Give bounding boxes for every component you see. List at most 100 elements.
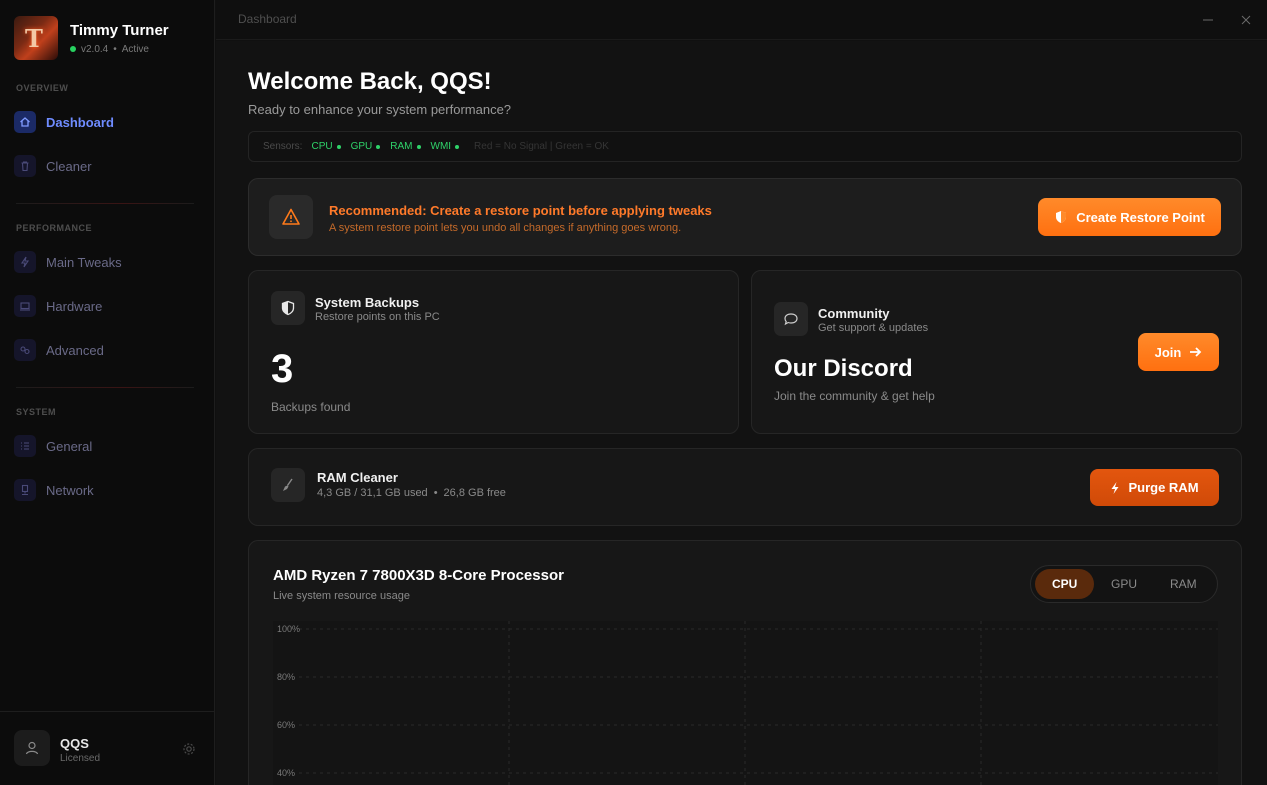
app-status-label: Active: [121, 43, 149, 55]
resource-usage-subtitle: Live system resource usage: [273, 590, 410, 602]
resource-tab-switch: CPU GPU RAM: [1030, 565, 1218, 603]
user-panel: QQS Licensed: [0, 711, 215, 785]
lightning-icon: [1111, 481, 1119, 494]
user-license-status: Licensed: [60, 753, 101, 764]
ram-cleaner-card: RAM Cleaner 4,3 GB / 31,1 GB used • 26,8 G…: [248, 448, 1242, 526]
app-header: T Timmy Turner v2.0.4 • Active: [14, 16, 169, 60]
discord-heading: Our Discord: [774, 355, 913, 382]
page-subtitle: Ready to enhance your system performance…: [248, 102, 512, 117]
backup-count-caption: Backups found: [271, 400, 351, 414]
sensor-status-bar: Sensors: CPU GPU RAM WMI Red = No Signal…: [248, 131, 1242, 162]
status-dot-icon: [376, 144, 381, 149]
sidebar-item-label: Cleaner: [46, 158, 92, 174]
y-tick-label: 100%: [277, 624, 300, 634]
sidebar: T Timmy Turner v2.0.4 • Active OVERVIEW …: [0, 0, 215, 785]
monitor-icon: [14, 295, 36, 317]
sidebar-divider: [16, 387, 194, 388]
sidebar-item-network[interactable]: Network: [14, 477, 202, 503]
button-label: Create Restore Point: [1076, 209, 1205, 225]
chat-bubble-icon: [774, 302, 808, 336]
home-icon: [14, 111, 36, 133]
sidebar-item-label: Hardware: [46, 298, 103, 314]
close-icon: [1241, 15, 1251, 25]
community-card: Community Get support & updates Our Disc…: [751, 270, 1242, 434]
sensors-label: Sensors:: [263, 141, 303, 152]
sidebar-item-label: Main Tweaks: [46, 254, 122, 270]
resource-usage-card: AMD Ryzen 7 7800X3D 8-Core Processor Liv…: [248, 540, 1242, 785]
sidebar-item-label: Network: [46, 482, 94, 498]
tab-ram[interactable]: RAM: [1154, 569, 1213, 599]
sensor-cpu: CPU: [311, 141, 341, 152]
status-dot-icon: [70, 46, 76, 52]
card-subtitle: Get support & updates: [818, 322, 929, 334]
purge-ram-button[interactable]: Purge RAM: [1090, 469, 1219, 506]
sidebar-item-label: Dashboard: [46, 114, 114, 130]
sidebar-item-main-tweaks[interactable]: Main Tweaks: [14, 249, 202, 275]
join-discord-button[interactable]: Join: [1138, 333, 1219, 371]
alert-text: A system restore point lets you undo all…: [329, 222, 682, 234]
tab-gpu[interactable]: GPU: [1094, 569, 1153, 599]
create-restore-point-button[interactable]: Create Restore Point: [1038, 198, 1221, 236]
breadcrumb: Dashboard: [238, 12, 297, 26]
app-version: v2.0.4: [81, 43, 109, 55]
y-tick-label: 80%: [277, 672, 295, 682]
ram-usage: 4,3 GB / 31,1 GB used • 26,8 GB free: [317, 487, 506, 499]
tab-cpu[interactable]: CPU: [1035, 569, 1095, 599]
list-icon: [14, 435, 36, 457]
y-tick-label: 60%: [277, 720, 295, 730]
trash-icon: [14, 155, 36, 177]
shield-icon: [1056, 211, 1067, 223]
user-icon: [25, 741, 39, 755]
sidebar-divider: [16, 203, 194, 204]
user-name: QQS: [60, 736, 89, 751]
section-label-performance: PERFORMANCE: [16, 223, 93, 233]
system-backups-card: System Backups Restore points on this PC…: [248, 270, 739, 434]
section-label-overview: OVERVIEW: [16, 83, 69, 93]
status-dot-icon: [416, 144, 421, 149]
sidebar-item-label: General: [46, 438, 93, 454]
discord-text: Join the community & get help: [774, 389, 935, 403]
sensor-gpu: GPU: [351, 141, 381, 152]
sidebar-item-advanced[interactable]: Advanced: [14, 337, 202, 363]
card-title: System Backups: [315, 295, 420, 310]
sidebar-item-dashboard[interactable]: Dashboard: [14, 109, 202, 135]
minimize-button[interactable]: [1198, 10, 1218, 30]
sidebar-item-cleaner[interactable]: Cleaner: [14, 153, 202, 179]
button-label: Join: [1154, 344, 1182, 360]
page-title: Welcome Back, QQS!: [248, 68, 492, 95]
chart-plot-area: [273, 621, 1218, 785]
broom-icon: [271, 468, 305, 502]
processor-name: AMD Ryzen 7 7800X3D 8-Core Processor: [273, 567, 564, 584]
button-label: Purge RAM: [1128, 480, 1199, 495]
usage-chart-svg: 100% 80% 60% 40%: [273, 621, 1218, 785]
backup-count: 3: [271, 347, 294, 391]
sensor-wmi: WMI: [431, 141, 460, 152]
sensor-ram: RAM: [390, 141, 421, 152]
restore-point-alert: Recommended: Create a restore point befo…: [248, 178, 1242, 256]
minimize-icon: [1203, 19, 1213, 21]
sidebar-item-hardware[interactable]: Hardware: [14, 293, 202, 319]
usage-chart: 100% 80% 60% 40%: [273, 621, 1218, 785]
gear-icon[interactable]: [181, 741, 197, 757]
app-logo: T: [14, 16, 58, 60]
sensor-legend: Red = No Signal | Green = OK: [474, 141, 609, 152]
warning-icon: [269, 195, 313, 239]
shield-icon: [271, 291, 305, 325]
ram-used: 4,3 GB / 31,1 GB used: [317, 487, 428, 499]
card-title: RAM Cleaner: [317, 470, 398, 485]
status-dot-icon: [455, 144, 460, 149]
alert-title: Recommended: Create a restore point befo…: [329, 203, 712, 218]
close-button[interactable]: [1236, 10, 1256, 30]
title-bar: Dashboard: [216, 0, 1267, 40]
sidebar-item-general[interactable]: General: [14, 433, 202, 459]
sidebar-item-label: Advanced: [46, 342, 104, 358]
section-label-system: SYSTEM: [16, 407, 57, 417]
app-title: Timmy Turner: [70, 21, 169, 39]
main-content: Welcome Back, QQS! Ready to enhance your…: [216, 41, 1267, 785]
ram-free: 26,8 GB free: [443, 487, 506, 499]
network-icon: [14, 479, 36, 501]
card-subtitle: Restore points on this PC: [315, 311, 440, 323]
link-icon: [14, 339, 36, 361]
arrow-right-icon: [1190, 347, 1202, 357]
avatar[interactable]: [14, 730, 50, 766]
